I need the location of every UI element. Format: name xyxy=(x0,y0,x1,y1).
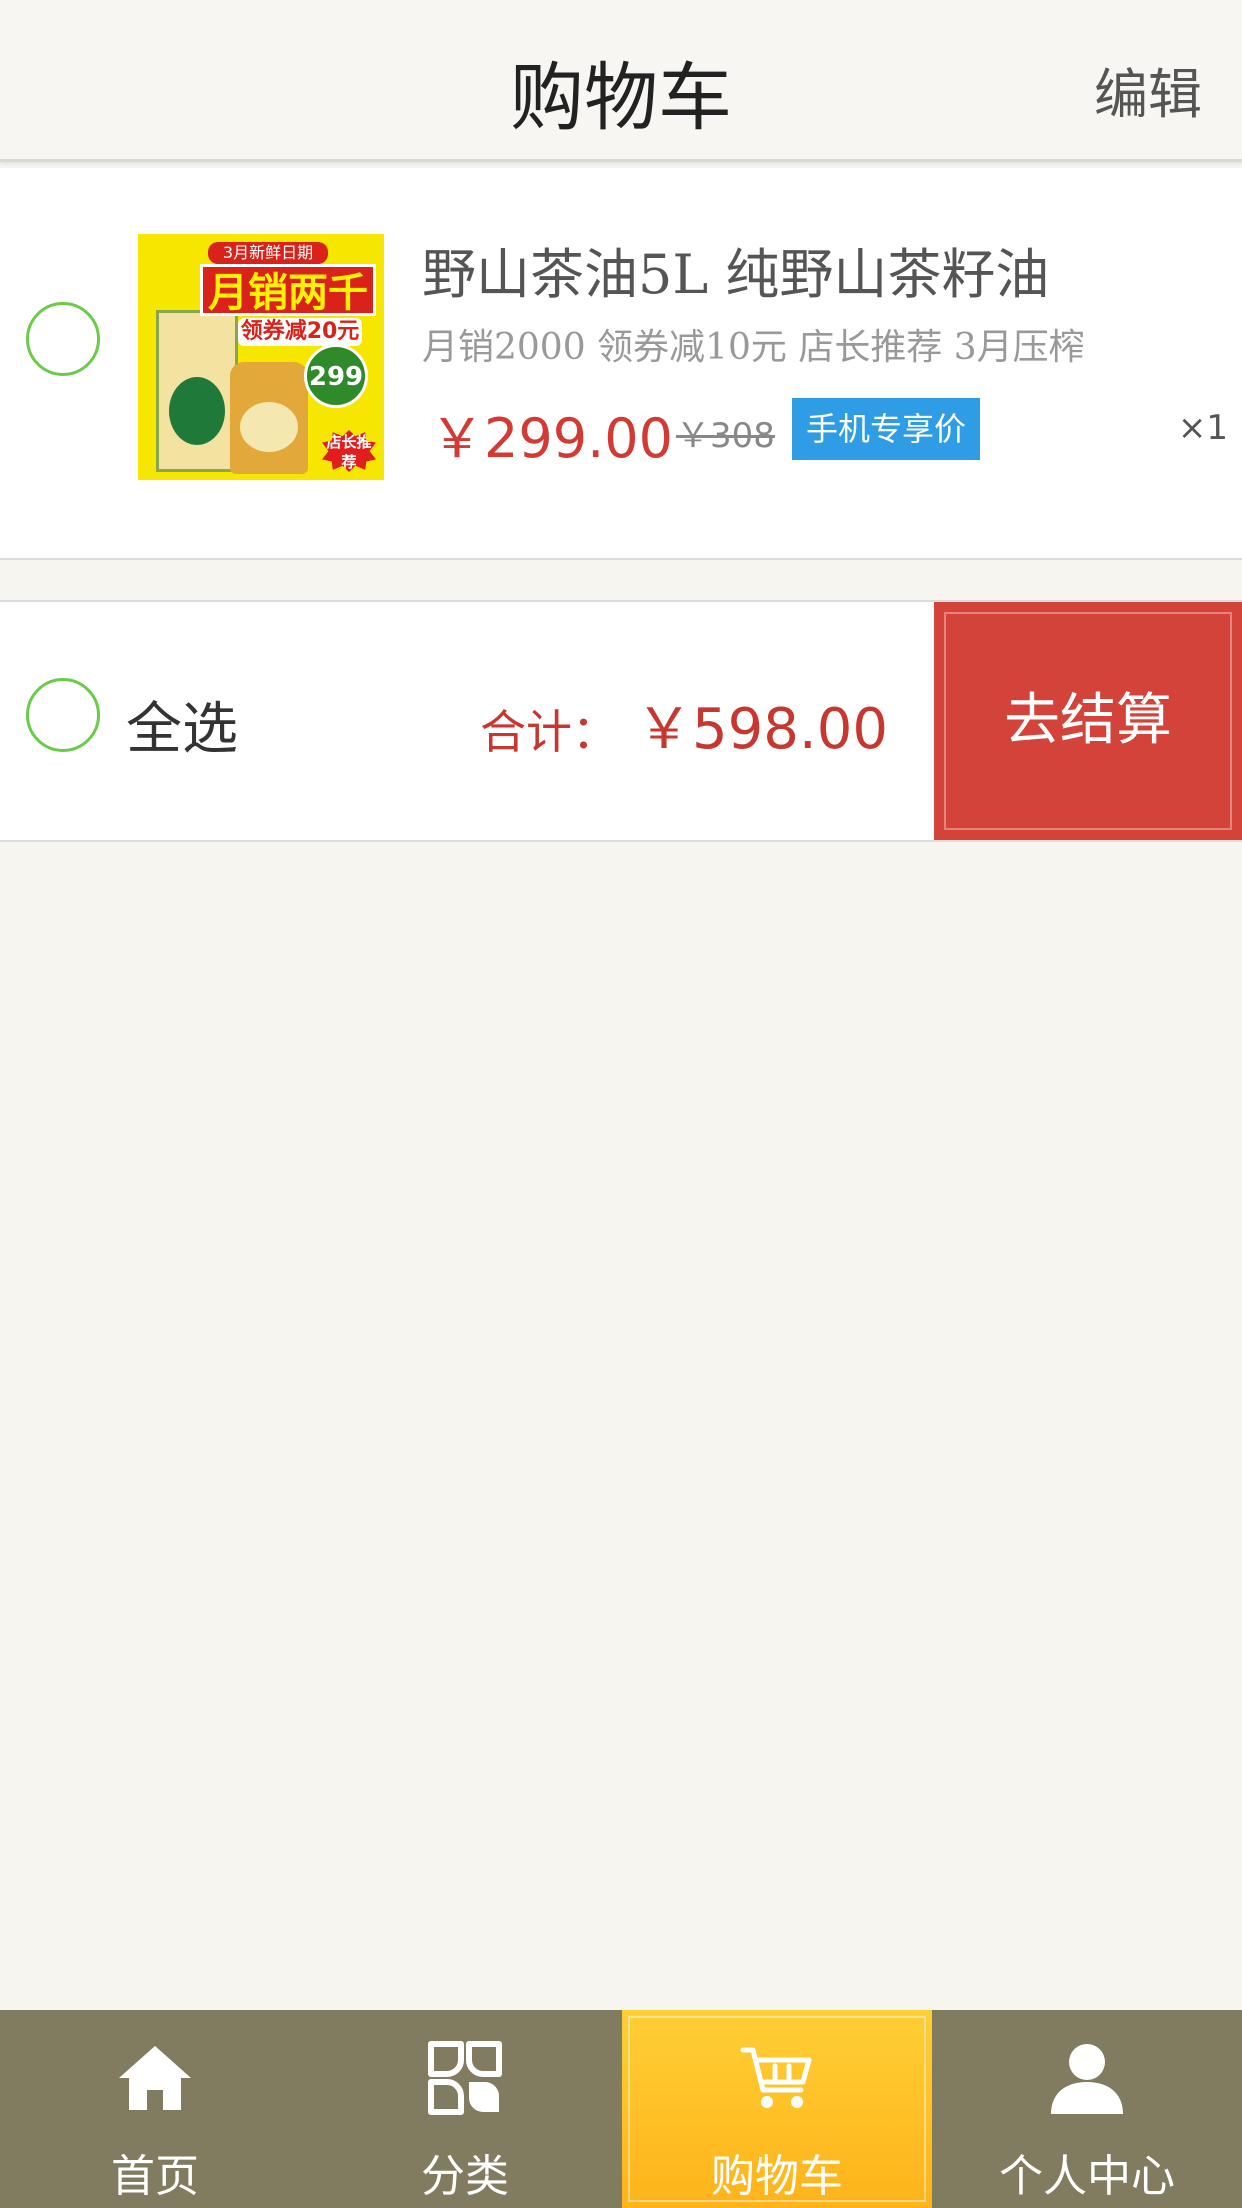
image-coupon-text: 领券减20元 xyxy=(238,318,362,346)
checkout-button-label: 去结算 xyxy=(1004,688,1172,753)
checkout-bar: 全选 合计： ￥598.00 去结算 xyxy=(0,600,1242,842)
cart-icon xyxy=(740,2047,812,2108)
edit-button[interactable]: 编辑 xyxy=(1094,50,1202,129)
total-amount: ￥598.00 xyxy=(636,697,888,762)
product-price: ￥299.00 xyxy=(430,407,673,470)
tab-home-label: 首页 xyxy=(111,2151,199,2202)
tab-home[interactable]: 首页 xyxy=(0,2010,310,2208)
top-nav-bar: 购物车 编辑 xyxy=(0,0,1242,162)
product-description: 月销2000 领券减10元 店长推荐 3月压榨 xyxy=(422,327,1085,368)
checkout-button[interactable]: 去结算 xyxy=(934,602,1242,840)
bottom-tab-bar: 首页 分类 购物车 个人中心 xyxy=(0,2010,1242,2208)
image-recommend-tag: 店长推荐 xyxy=(322,430,376,472)
image-price-text: 299 xyxy=(304,344,368,408)
product-jug-graphic xyxy=(230,362,308,474)
tab-category-label: 分类 xyxy=(421,2151,509,2202)
home-icon xyxy=(119,2046,191,2110)
image-headline-text: 月销两千 xyxy=(200,264,376,316)
page-title: 购物车 xyxy=(510,55,732,141)
tab-cart-label: 购物车 xyxy=(711,2151,843,2202)
cart-item[interactable]: 3月新鲜日期 月销两千 领券减20元 299 店长推荐 野山茶油5L 纯野山茶籽… xyxy=(0,168,1242,560)
tab-profile[interactable]: 个人中心 xyxy=(932,2010,1242,2208)
tab-profile-label: 个人中心 xyxy=(999,2151,1175,2202)
item-quantity: ×1 xyxy=(1177,408,1228,448)
total-label: 合计： xyxy=(480,705,618,759)
product-image[interactable]: 3月新鲜日期 月销两千 领券减20元 299 店长推荐 xyxy=(138,234,384,480)
tab-category[interactable]: 分类 xyxy=(310,2010,620,2208)
item-select-radio[interactable] xyxy=(26,302,100,376)
tab-cart[interactable]: 购物车 xyxy=(622,2010,932,2208)
product-box-graphic xyxy=(156,310,238,472)
mobile-price-badge: 手机专享价 xyxy=(792,398,980,460)
select-all-radio[interactable] xyxy=(26,678,100,752)
select-all-label[interactable]: 全选 xyxy=(126,684,238,765)
image-date-text: 3月新鲜日期 xyxy=(208,242,328,264)
product-name[interactable]: 野山茶油5L 纯野山茶籽油 xyxy=(422,230,1049,309)
original-price: ￥308 xyxy=(676,416,775,456)
user-icon xyxy=(1051,2044,1123,2114)
category-icon xyxy=(428,2041,502,2115)
